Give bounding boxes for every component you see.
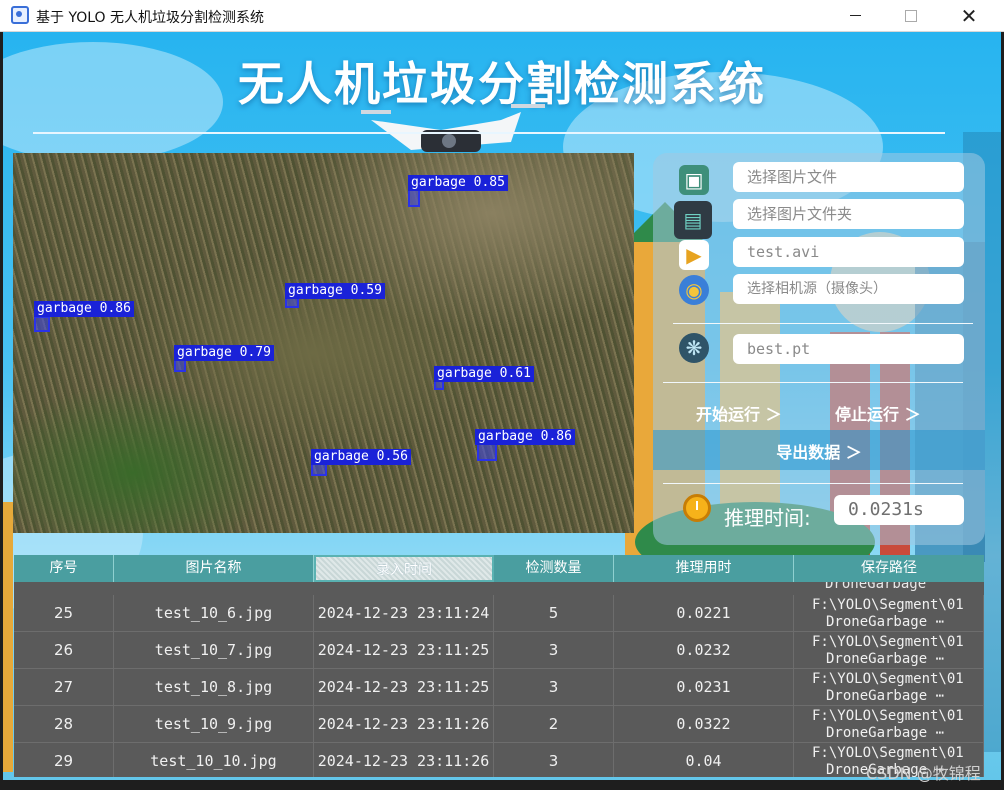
detection-label: garbage 0.79 <box>174 345 274 361</box>
save-path-line: F:\YOLO\Segment\01 <box>812 597 964 613</box>
video-icon[interactable]: ▶ <box>679 240 709 270</box>
cell-infer-time: 0.04 <box>614 743 794 777</box>
image-file-input[interactable]: 选择图片文件 <box>733 162 964 192</box>
save-path-line: DroneGarbage ⋯ <box>826 688 945 704</box>
cell-image-name: test_10_6.jpg <box>114 595 314 632</box>
column-header-infer-time[interactable]: 推理用时 <box>614 555 794 582</box>
cell-save-path: F:\YOLO\Segment\01 DroneGarbage ⋯ <box>794 595 984 632</box>
detection-box <box>34 316 50 332</box>
cell-id: 27 <box>14 669 114 706</box>
table-row[interactable]: 29 test_10_10.jpg 2024-12-23 23:11:26 3 … <box>14 743 984 777</box>
cell-image-name: test_10_10.jpg <box>114 743 314 777</box>
detection-box <box>477 443 497 461</box>
camera-icon[interactable]: ◉ <box>679 275 709 305</box>
stop-button[interactable]: 停止运行 ＞ <box>835 401 921 425</box>
background-hill <box>3 502 13 772</box>
maximize-button[interactable] <box>882 0 940 31</box>
save-path-line: DroneGarbage ⋯ <box>826 614 945 630</box>
column-header-image-name[interactable]: 图片名称 <box>114 555 314 582</box>
close-button[interactable]: ✕ <box>940 0 998 31</box>
detection-label: garbage 0.59 <box>285 283 385 299</box>
cell-count: 3 <box>494 669 614 706</box>
column-header-save-path[interactable]: 保存路径 <box>794 555 984 582</box>
table-header: 序号 图片名称 录入时间 检测数量 推理用时 保存路径 <box>14 555 984 582</box>
timer-icon <box>683 494 711 522</box>
cell-image-name: test_10_8.jpg <box>114 669 314 706</box>
save-path-line: F:\YOLO\Segment\01 <box>812 671 964 687</box>
cell-count: 3 <box>494 632 614 669</box>
table-row[interactable]: 25 test_10_6.jpg 2024-12-23 23:11:24 5 0… <box>14 595 984 632</box>
control-divider <box>673 323 973 324</box>
control-divider <box>663 483 963 484</box>
drone-illustration <box>361 104 545 152</box>
camera-source-input[interactable]: 选择相机源（摄像头） <box>733 274 964 304</box>
detection-label: garbage 0.56 <box>311 449 411 465</box>
cell-id: 25 <box>14 595 114 632</box>
cell-count: 2 <box>494 706 614 743</box>
cell-infer-time: 0.0231 <box>614 669 794 706</box>
detection-label: garbage 0.85 <box>408 175 508 191</box>
save-path-line: F:\YOLO\Segment\01 <box>812 634 964 650</box>
table-row[interactable]: 26 test_10_7.jpg 2024-12-23 23:11:25 3 0… <box>14 632 984 669</box>
cell-infer-time: 0.0232 <box>614 632 794 669</box>
cell-save-path: F:\YOLO\Segment\01 DroneGarbage ⋯ <box>794 632 984 669</box>
cell-image-name: test_10_7.jpg <box>114 632 314 669</box>
export-button[interactable]: 导出数据 ＞ <box>653 439 985 463</box>
minimize-button[interactable] <box>826 0 884 31</box>
title-divider <box>33 132 945 134</box>
cell-count: 5 <box>494 595 614 632</box>
detection-label: garbage 0.61 <box>434 366 534 382</box>
detection-label: garbage 0.86 <box>475 429 575 445</box>
cell-time: 2024-12-23 23:11:25 <box>314 632 494 669</box>
save-path-line: F:\YOLO\Segment\01 <box>812 708 964 724</box>
watermark: CSDN @牧锦程 <box>866 764 981 783</box>
main-window: 无人机垃圾分割检测系统 garbage 0.85 garbage 0.86 ga… <box>3 32 1001 780</box>
cell-id: 28 <box>14 706 114 743</box>
cell-count: 3 <box>494 743 614 777</box>
cell-image-name: test_10_9.jpg <box>114 706 314 743</box>
folder-icon[interactable]: ▤ <box>674 201 712 239</box>
save-path-line: DroneGarbage ⋯ <box>826 651 945 667</box>
save-path-line: DroneGarbage ⋯ <box>826 725 945 741</box>
title-bar: 基于 YOLO 无人机垃圾分割检测系统 ✕ <box>0 0 1004 32</box>
image-folder-input[interactable]: 选择图片文件夹 <box>733 199 964 229</box>
detection-image-display: garbage 0.85 garbage 0.86 garbage 0.59 g… <box>13 153 634 533</box>
results-table[interactable]: DroneGarbage 25 test_10_6.jpg 2024-12-23… <box>14 555 984 777</box>
model-file-input[interactable]: best.pt <box>733 334 964 364</box>
cell-time: 2024-12-23 23:11:24 <box>314 595 494 632</box>
cell-id: 26 <box>14 632 114 669</box>
detection-label: garbage 0.86 <box>34 301 134 317</box>
column-header-time[interactable]: 录入时间 <box>314 555 494 582</box>
window-title: 基于 YOLO 无人机垃圾分割检测系统 <box>36 10 265 26</box>
table-row[interactable]: 28 test_10_9.jpg 2024-12-23 23:11:26 2 0… <box>14 706 984 743</box>
cell-time: 2024-12-23 23:11:25 <box>314 669 494 706</box>
image-file-icon[interactable]: ▣ <box>679 165 709 195</box>
control-divider <box>663 382 963 383</box>
video-file-input[interactable]: test.avi <box>733 237 964 267</box>
table-row[interactable]: 27 test_10_8.jpg 2024-12-23 23:11:25 3 0… <box>14 669 984 706</box>
cell-time: 2024-12-23 23:11:26 <box>314 743 494 777</box>
cell-time: 2024-12-23 23:11:26 <box>314 706 494 743</box>
inference-time-label: 推理时间: <box>724 506 811 530</box>
cell-save-path: F:\YOLO\Segment\01 DroneGarbage ⋯ <box>794 706 984 743</box>
cell-save-path: F:\YOLO\Segment\01 DroneGarbage ⋯ <box>794 669 984 706</box>
column-header-count[interactable]: 检测数量 <box>494 555 614 582</box>
app-icon <box>11 6 29 24</box>
cell-id: 29 <box>14 743 114 777</box>
start-button[interactable]: 开始运行 ＞ <box>696 401 782 425</box>
cell-infer-time: 0.0221 <box>614 595 794 632</box>
inference-time-value: 0.0231s <box>834 495 964 525</box>
model-icon[interactable]: ❋ <box>679 333 709 363</box>
cell-infer-time: 0.0322 <box>614 706 794 743</box>
column-header-id[interactable]: 序号 <box>14 555 114 582</box>
